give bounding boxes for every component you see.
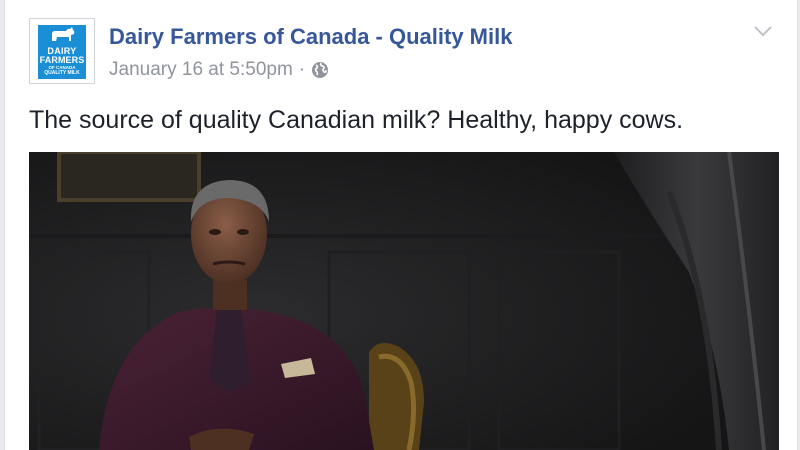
post-card: DAIRY FARMERS OF CANADA QUALITY MILK Dai… bbox=[4, 0, 798, 450]
post-timestamp[interactable]: January 16 at 5:50pm bbox=[109, 59, 293, 81]
post-text: The source of quality Canadian milk? Hea… bbox=[29, 106, 684, 134]
logo-line: QUALITY MILK bbox=[44, 70, 80, 76]
chevron-down-icon[interactable] bbox=[753, 24, 773, 38]
meta-separator: · bbox=[298, 59, 306, 80]
post-meta: January 16 at 5:50pm · bbox=[109, 58, 329, 82]
post-video[interactable] bbox=[29, 152, 779, 450]
page-avatar[interactable]: DAIRY FARMERS OF CANADA QUALITY MILK bbox=[29, 18, 95, 84]
logo-line: FARMERS bbox=[39, 55, 85, 65]
page-name-link[interactable]: Dairy Farmers of Canada - Quality Milk bbox=[109, 24, 512, 50]
globe-icon[interactable] bbox=[311, 61, 329, 79]
dairy-farmers-logo: DAIRY FARMERS OF CANADA QUALITY MILK bbox=[38, 25, 86, 79]
cow-icon bbox=[52, 27, 75, 41]
video-frame-image bbox=[29, 152, 779, 450]
